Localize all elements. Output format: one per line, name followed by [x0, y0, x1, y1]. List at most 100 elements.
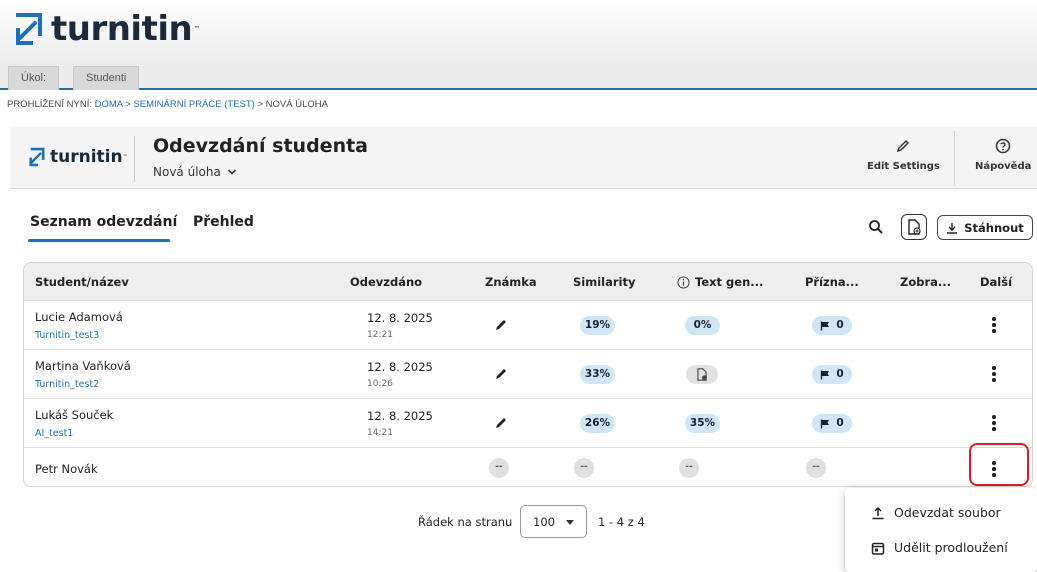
download-label: Stáhnout — [964, 220, 1024, 235]
similarity-badge[interactable]: 33% — [580, 365, 615, 384]
table-row: Martina Vaňková Turnitin_test2 12. 8. 20… — [24, 349, 1032, 398]
turnitin-logo-small: turnitin ™ — [29, 147, 128, 167]
col-ai-text-label: Text gen... — [695, 275, 764, 289]
upload-file-icon — [908, 219, 921, 235]
chevron-down-icon — [227, 169, 236, 175]
breadcrumb-current: NOVÁ ÚLOHA — [265, 99, 328, 110]
tab-students[interactable]: Studenti — [73, 66, 140, 90]
more-options-icon[interactable] — [991, 366, 997, 382]
table-row: Lucie Adamová Turnitin_test3 12. 8. 2025… — [24, 300, 1032, 349]
assignment-name: Nová úloha — [153, 165, 221, 179]
edit-settings-label: Edit Settings — [867, 161, 940, 172]
menu-item-submit-file[interactable]: Odevzdat soubor — [871, 505, 1001, 520]
col-student[interactable]: Student/název — [35, 275, 129, 289]
submitted-time: 12:21 — [367, 330, 393, 340]
turnitin-logo: turnitin ™ — [15, 12, 200, 46]
student-name: Lucie Adamová — [35, 310, 123, 324]
ai-score-badge[interactable]: 0% — [685, 316, 720, 335]
help-label: Nápověda — [975, 161, 1032, 172]
info-icon[interactable] — [677, 275, 690, 289]
flags-empty-badge: -- — [806, 458, 826, 478]
pencil-icon — [897, 139, 910, 153]
col-similarity[interactable]: Similarity — [573, 275, 635, 289]
col-viewed[interactable]: Zobra... — [900, 275, 951, 289]
grade-empty-badge: -- — [489, 458, 509, 478]
similarity-empty-badge: -- — [574, 458, 594, 478]
flags-badge[interactable]: 0 — [812, 414, 852, 433]
row-actions-menu: Odevzdat soubor Udělit prodloužení — [845, 488, 1037, 572]
help-button[interactable]: Nápověda — [975, 138, 1031, 172]
logo-wordmark: turnitin — [51, 9, 193, 49]
divider — [134, 136, 135, 182]
ai-empty-badge: -- — [679, 458, 699, 478]
help-icon — [995, 138, 1011, 154]
flags-badge[interactable]: 0 — [812, 316, 852, 335]
col-submitted[interactable]: Odevzdáno — [350, 275, 422, 289]
flag-icon — [821, 321, 830, 330]
page-header: turnitin ™ Odevzdání studenta Nová úloha … — [10, 127, 1037, 189]
submitted-date: 12. 8. 2025 — [367, 360, 433, 374]
submitted-date: 12. 8. 2025 — [367, 409, 433, 423]
student-name: Petr Novák — [35, 462, 98, 476]
rows-per-page-select[interactable]: 100 — [520, 505, 587, 538]
pencil-icon[interactable] — [494, 415, 509, 430]
ai-score-badge[interactable]: 35% — [685, 414, 720, 433]
upload-icon — [872, 506, 884, 519]
turnitin-logo-icon — [29, 147, 45, 167]
menu-item-label: Udělit prodloužení — [894, 540, 1008, 555]
col-grade[interactable]: Známka — [485, 275, 537, 289]
ai-unavailable-badge[interactable] — [686, 365, 718, 384]
flags-count: 0 — [836, 319, 844, 331]
submitted-time: 10:26 — [367, 379, 393, 389]
menu-item-label: Odevzdat soubor — [894, 505, 1001, 520]
divider — [954, 131, 955, 185]
submission-link[interactable]: AI_test1 — [35, 428, 73, 439]
flags-count: 0 — [836, 368, 844, 380]
breadcrumb-sep: > — [122, 99, 134, 110]
col-ai-text[interactable]: Text gen... — [677, 275, 763, 289]
assignment-selector[interactable]: Nová úloha — [153, 165, 237, 179]
pencil-icon[interactable] — [494, 317, 509, 332]
breadcrumb-prefix: PROHLÍŽENÍ NYNÍ: — [7, 99, 95, 110]
flags-badge[interactable]: 0 — [812, 365, 852, 384]
breadcrumb-link-course[interactable]: SEMINÁRNÍ PRÁCE (TEST) — [133, 99, 254, 110]
tab-bar: Úkol: Studenti — [0, 62, 1037, 90]
student-name: Martina Vaňková — [35, 359, 131, 373]
turnitin-logo-icon — [16, 13, 42, 45]
submission-link[interactable]: Turnitin_test2 — [35, 379, 99, 390]
top-banner: turnitin ™ — [0, 0, 1037, 62]
flag-icon — [821, 370, 830, 379]
tab-overview[interactable]: Přehled — [193, 214, 254, 230]
rows-per-page-value: 100 — [533, 514, 555, 529]
highlight-box — [969, 443, 1029, 486]
download-button[interactable]: Stáhnout — [937, 215, 1033, 240]
logo-wordmark: turnitin — [50, 147, 123, 167]
menu-item-grant-extension[interactable]: Udělit prodloužení — [871, 540, 1008, 555]
col-flags[interactable]: Přízna... — [805, 275, 859, 289]
submission-link[interactable]: Turnitin_test3 — [35, 330, 99, 341]
breadcrumb-link-home[interactable]: DOMA — [95, 99, 123, 110]
active-tab-indicator — [28, 239, 170, 242]
similarity-badge[interactable]: 26% — [580, 414, 615, 433]
download-icon — [947, 222, 958, 234]
more-options-icon[interactable] — [991, 317, 997, 333]
col-more: Další — [980, 275, 1013, 289]
flag-icon — [821, 419, 830, 428]
edit-settings-button[interactable]: Edit Settings — [867, 138, 940, 172]
search-icon[interactable] — [868, 219, 884, 235]
flags-count: 0 — [836, 417, 844, 429]
calendar-icon — [871, 542, 885, 555]
rows-per-page-label: Řádek na stranu — [418, 515, 513, 529]
pencil-icon[interactable] — [494, 366, 509, 381]
similarity-badge[interactable]: 19% — [580, 316, 615, 335]
page-title: Odevzdání studenta — [153, 135, 368, 157]
upload-file-button[interactable] — [901, 214, 927, 240]
more-options-icon[interactable] — [991, 415, 997, 431]
caret-down-icon — [566, 520, 574, 525]
tab-submission-list[interactable]: Seznam odevzdání — [30, 214, 177, 230]
breadcrumb-sep: > — [254, 99, 266, 110]
table-row: Petr Novák -- -- -- -- — [24, 447, 1032, 486]
document-alert-icon — [697, 368, 707, 381]
tab-assignment[interactable]: Úkol: — [8, 66, 60, 90]
submissions-table: Student/název Odevzdáno Známka Similarit… — [23, 262, 1033, 487]
